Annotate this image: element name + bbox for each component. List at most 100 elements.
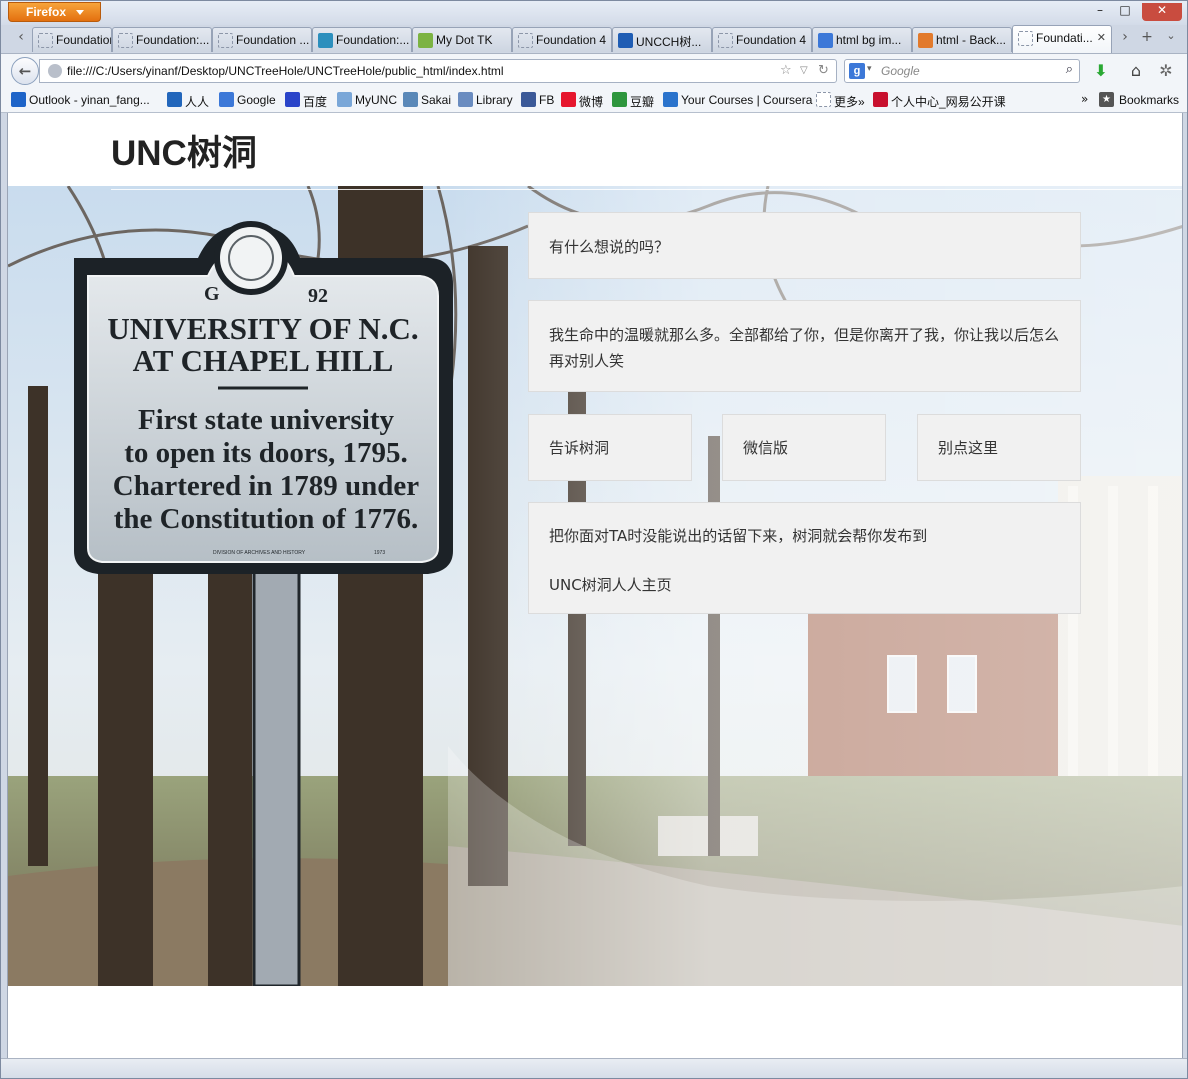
site-header: UNC树洞: [8, 113, 1182, 186]
tab-label: Foundation ...: [236, 33, 310, 47]
bookmark-label: 个人中心_网易公开课: [891, 95, 1006, 109]
message-text: 我生命中的温暖就那么多。全部都给了你，但是你离开了我，你让我以后怎么再对别人笑: [549, 326, 1060, 370]
scroll-tabs-left-icon[interactable]: ‹: [13, 29, 29, 49]
tab-3[interactable]: Foundation ...: [212, 27, 312, 52]
dottk-icon: [418, 33, 433, 48]
tab-11[interactable]: Foundati... ✕: [1012, 25, 1112, 53]
page-icon: [38, 33, 53, 48]
tab-label: html bg im...: [836, 33, 902, 47]
coursera-icon: [663, 92, 678, 107]
foundation-icon: [318, 33, 333, 48]
prompt-panel: 有什么想说的吗？: [528, 212, 1081, 279]
bookmark-9[interactable]: 微博: [561, 92, 603, 110]
dont-click-label: 别点这里: [938, 439, 999, 457]
bookmark-11[interactable]: Your Courses | Coursera: [663, 92, 813, 107]
url-text: file:///C:/Users/yinanf/Desktop/UNCTreeH…: [67, 64, 504, 78]
google-icon[interactable]: g: [849, 63, 865, 79]
addon-icon[interactable]: ✲: [1155, 61, 1177, 81]
info-panel: 把你面对TA时没能说出的话留下来，树洞就会帮你发布到 UNC树洞人人主页: [528, 502, 1081, 614]
home-icon[interactable]: ⌂: [1125, 61, 1147, 81]
search-icon[interactable]: ⌕: [1066, 62, 1073, 77]
new-tab-icon[interactable]: +: [1139, 29, 1155, 49]
page-icon: [518, 33, 533, 48]
outlook-icon: [11, 92, 26, 107]
back-arrow-icon: ←: [18, 62, 32, 80]
firefox-menu-button[interactable]: Firefox: [8, 2, 101, 22]
tab-4[interactable]: Foundation:...: [312, 27, 412, 52]
tab-label: Foundati...: [1036, 31, 1093, 45]
bookmark-1[interactable]: Outlook - yinan_fang...: [11, 92, 150, 107]
sign-heading-line2: AT CHAPEL HILL: [133, 343, 394, 378]
library-icon: [458, 92, 473, 107]
tab-6[interactable]: Foundation 4: [512, 27, 612, 52]
reload-icon[interactable]: ↻: [818, 63, 829, 78]
bookmark-12[interactable]: 更多»: [816, 92, 865, 110]
sign-marker-letter: G: [204, 283, 220, 305]
bookmarks-overflow-chevron[interactable]: »: [1081, 92, 1088, 106]
page-icon: [816, 92, 831, 107]
firefox-menu-label: Firefox: [26, 5, 67, 19]
close-window-button[interactable]: ✕: [1142, 3, 1182, 21]
tab-label: Foundation:...: [136, 33, 210, 47]
tab-7[interactable]: UNCCH树...: [612, 27, 712, 52]
tell-treehole-label: 告诉树洞: [549, 439, 610, 457]
url-bar[interactable]: file:///C:/Users/yinanf/Desktop/UNCTreeH…: [39, 59, 837, 83]
bookmark-2[interactable]: 人人: [167, 92, 210, 110]
page-viewport: UNC树洞 G 92 UNIVERSITY OF N.C. AT CHAPEL …: [7, 113, 1183, 1058]
renren-icon: [618, 33, 633, 48]
bookmark-label: Sakai: [421, 93, 452, 107]
facebook-icon: [521, 92, 536, 107]
dont-click-button[interactable]: 别点这里: [917, 414, 1081, 481]
list-tabs-icon[interactable]: ⌄: [1163, 29, 1179, 49]
tab-5[interactable]: My Dot TK: [412, 27, 512, 52]
sign-body-line2: to open its doors, 1795.: [124, 437, 408, 469]
site-title: UNC树洞: [111, 134, 257, 173]
bookmark-7[interactable]: Library: [458, 92, 513, 107]
tab-9[interactable]: html bg im...: [812, 27, 912, 52]
bookmark-label: 人人: [185, 95, 210, 109]
tab-label: html - Back...: [936, 33, 1007, 47]
header-divider: [111, 189, 1182, 190]
wechat-version-button[interactable]: 微信版: [722, 414, 886, 481]
browser-window: Firefox – □ ✕ ‹ Foundation ... Foundation…: [0, 0, 1188, 1079]
maximize-button[interactable]: □: [1113, 3, 1137, 21]
bookmark-6[interactable]: Sakai: [403, 92, 452, 107]
bookmarks-menu-button[interactable]: ★ Bookmarks: [1099, 92, 1180, 107]
bookmark-label: Google: [237, 93, 276, 107]
download-icon[interactable]: ⬇: [1090, 61, 1112, 81]
scroll-tabs-right-icon[interactable]: ›: [1117, 29, 1133, 49]
chevron-down-icon[interactable]: ▾: [867, 63, 872, 74]
tab-label: Foundation 4: [536, 33, 607, 47]
search-bar[interactable]: g ▾ Google ⌕: [844, 59, 1080, 83]
bookmark-10[interactable]: 豆瓣: [612, 92, 654, 110]
tab-8[interactable]: Foundation 4: [712, 27, 812, 52]
netease-icon: [873, 92, 888, 107]
bookmarks-menu-label: Bookmarks: [1119, 93, 1180, 107]
bookmark-star-icon[interactable]: ☆: [780, 63, 792, 78]
tab-2[interactable]: Foundation:...: [112, 27, 212, 52]
renren-icon: [167, 92, 182, 107]
bookmark-8[interactable]: FB: [521, 92, 554, 107]
message-textarea[interactable]: 我生命中的温暖就那么多。全部都给了你，但是你离开了我，你让我以后怎么再对别人笑: [528, 300, 1081, 392]
tell-treehole-button[interactable]: 告诉树洞: [528, 414, 692, 481]
prompt-text: 有什么想说的吗？: [549, 238, 670, 256]
bookmark-13[interactable]: 个人中心_网易公开课: [873, 92, 1006, 110]
minimize-button[interactable]: –: [1088, 3, 1112, 21]
navigation-toolbar: ← file:///C:/Users/yinanf/Desktop/UNCTre…: [1, 53, 1187, 87]
bookmark-5[interactable]: MyUNC: [337, 92, 397, 107]
bookmark-label: Your Courses | Coursera: [681, 93, 813, 107]
tab-label: Foundation:...: [336, 33, 410, 47]
bookmark-3[interactable]: Google: [219, 92, 276, 107]
bookmark-4[interactable]: 百度: [285, 92, 327, 110]
search-placeholder: Google: [881, 64, 920, 78]
sign-marker-number: 92: [308, 285, 328, 307]
tab-1[interactable]: Foundation ...: [32, 27, 112, 52]
close-tab-icon[interactable]: ✕: [1097, 31, 1106, 44]
sign-footer-year: 1973: [374, 550, 385, 556]
tab-10[interactable]: html - Back...: [912, 27, 1012, 52]
back-button[interactable]: ←: [11, 57, 39, 85]
sign-body-line1: First state university: [138, 404, 395, 436]
url-history-dropdown-icon[interactable]: ▽: [800, 65, 808, 76]
info-line1: 把你面对TA时没能说出的话留下来，树洞就会帮你发布到: [549, 527, 928, 545]
globe-icon: [48, 64, 62, 78]
